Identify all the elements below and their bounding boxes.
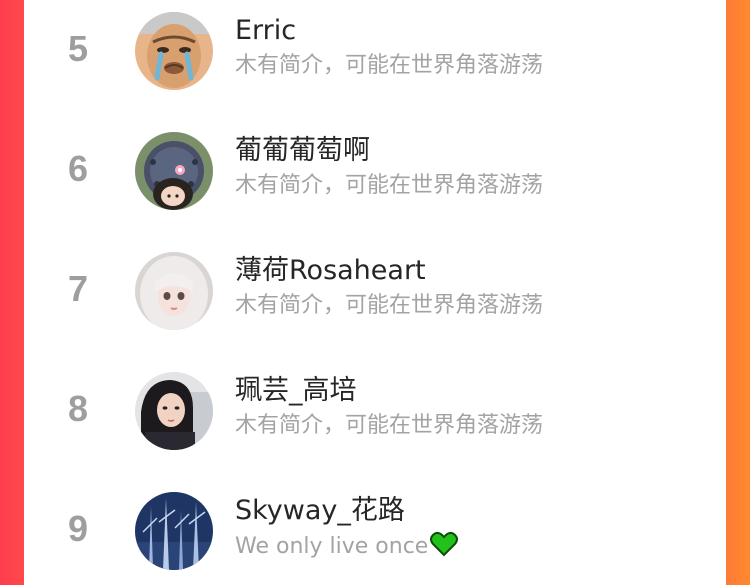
user-bio-text: We only live once (235, 534, 429, 559)
ranking-row[interactable]: 7 薄荷Rosaheart 木有简介，可能在世界角落游荡 (24, 244, 726, 334)
crying-meme-face-avatar[interactable] (135, 12, 213, 90)
girl-selfie-avatar[interactable] (135, 372, 213, 450)
ranking-list: 5 Erric 木有简介，可能在世界角落游荡 6 葡葡葡萄啊 木有简介，可能在世… (24, 0, 726, 585)
user-name: Skyway_花路 (235, 495, 405, 526)
user-name: 薄荷Rosaheart (235, 255, 426, 286)
ranking-row[interactable]: 6 葡葡葡萄啊 木有简介，可能在世界角落游荡 (24, 124, 726, 214)
green-heart-icon (430, 531, 459, 566)
user-bio: 木有简介，可能在世界角落游荡 (235, 293, 544, 318)
user-name: Erric (235, 15, 297, 46)
rank-number: 7 (67, 268, 89, 309)
rank-number: 8 (67, 388, 89, 429)
cartoon-girl-avatar[interactable] (135, 132, 213, 210)
user-bio: 木有简介，可能在世界角落游荡 (235, 53, 544, 78)
user-name: 葡葡葡萄啊 (235, 135, 370, 166)
user-bio: 木有简介，可能在世界角落游荡 (235, 413, 544, 438)
ranking-row[interactable]: 5 Erric 木有简介，可能在世界角落游荡 (24, 4, 726, 94)
ranking-row[interactable]: 9 Skyway_花路 We only live once (24, 484, 726, 574)
rank-number: 5 (67, 28, 89, 69)
user-name: 珮芸_高培 (235, 375, 357, 406)
ranking-row[interactable]: 8 珮芸_高培 木有简介，可能在世界角落游荡 (24, 364, 726, 454)
user-bio: We only live once (235, 531, 459, 566)
user-bio: 木有简介，可能在世界角落游荡 (235, 173, 544, 198)
white-haired-doll-avatar[interactable] (135, 252, 213, 330)
rank-number: 9 (67, 508, 89, 549)
frozen-trees-avatar[interactable] (135, 492, 213, 570)
rank-number: 6 (67, 148, 89, 189)
